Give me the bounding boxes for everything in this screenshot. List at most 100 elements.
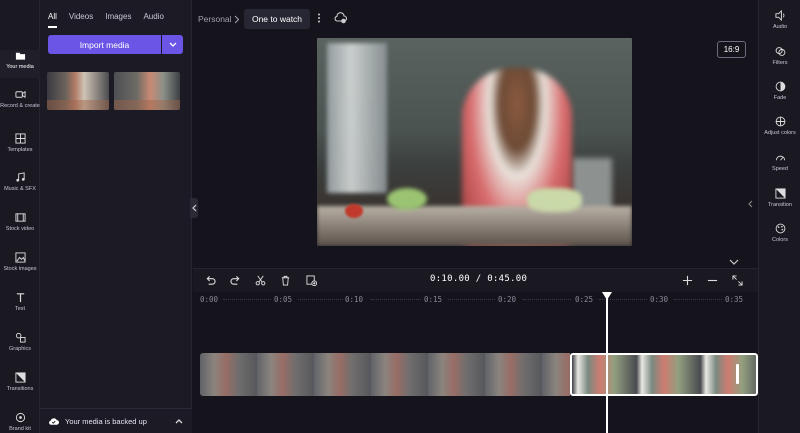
text-icon: [16, 293, 24, 303]
music-icon: [15, 172, 25, 182]
media-thumbnail[interactable]: [114, 72, 180, 110]
rail-label: Templates: [7, 147, 33, 153]
rail-speed[interactable]: Speed: [759, 152, 800, 172]
rail-audio[interactable]: Audio: [759, 10, 800, 30]
delete-icon[interactable]: [280, 275, 291, 286]
ruler-tick: 0:10: [345, 295, 364, 304]
rail-label: Speed: [772, 166, 788, 172]
tab-videos[interactable]: Videos: [69, 12, 93, 21]
total-time: 0:45.00: [487, 274, 528, 284]
import-options-button[interactable]: [162, 35, 183, 54]
rail-filters[interactable]: Filters: [759, 46, 800, 66]
zoom-out-icon[interactable]: [707, 275, 718, 286]
rail-templates[interactable]: Templates: [0, 133, 40, 153]
scissors-icon[interactable]: [255, 275, 266, 286]
current-time: 0:10.00: [430, 274, 471, 284]
more-icon[interactable]: [316, 12, 322, 24]
left-rail: Your media Record & create Templates Mus…: [0, 0, 40, 433]
media-tabs: All Videos Images Audio: [48, 12, 164, 21]
collapse-panel-button[interactable]: [190, 198, 198, 218]
rail-label: Your media: [6, 64, 34, 70]
rail-your-media[interactable]: Your media: [0, 50, 40, 78]
rail-music-sfx[interactable]: Music & SFX: [0, 172, 40, 192]
ruler-tick: 0:00: [200, 295, 219, 304]
clip-trim-handle[interactable]: [736, 364, 739, 384]
add-media-icon[interactable]: [306, 275, 317, 286]
rail-label: Audio: [772, 24, 788, 30]
backup-label: Your media is backed up: [65, 416, 147, 426]
rail-label: Stock images: [3, 266, 37, 272]
chevron-up-icon: [175, 419, 183, 424]
rail-graphics[interactable]: Graphics: [0, 332, 40, 352]
chevron-down-icon[interactable]: [729, 259, 739, 265]
breadcrumb[interactable]: Personal: [198, 14, 232, 24]
tab-audio[interactable]: Audio: [143, 12, 163, 21]
timeline-ruler[interactable]: 0:00 0:05 0:10 0:15 0:20 0:25 0:30 0:35: [193, 292, 758, 306]
zoom-in-icon[interactable]: [682, 275, 693, 286]
rail-stock-images[interactable]: Stock images: [0, 252, 40, 272]
palette-icon: [775, 223, 785, 234]
media-thumbnail[interactable]: [47, 72, 109, 110]
ruler-tick: 0:25: [575, 295, 594, 304]
media-panel: [40, 0, 192, 433]
filters-icon: [775, 47, 785, 56]
redo-icon[interactable]: [230, 275, 241, 286]
aspect-ratio-button[interactable]: 16:9: [717, 41, 746, 58]
speaker-icon: [774, 10, 784, 21]
camera-icon: [14, 90, 26, 99]
ruler-tick: 0:30: [650, 295, 669, 304]
transition-icon: [774, 188, 786, 199]
speed-icon: [775, 155, 785, 161]
cloud-sync-icon[interactable]: [334, 12, 347, 24]
rail-label: Record & create: [0, 103, 40, 109]
import-media-button[interactable]: Import media: [48, 35, 161, 54]
rail-transitions[interactable]: Transitions: [0, 372, 40, 392]
ruler-tick: 0:35: [725, 295, 744, 304]
video-clip[interactable]: [200, 353, 570, 396]
cloud-check-icon: [49, 417, 59, 425]
tab-all[interactable]: All: [48, 12, 57, 21]
right-rail: Audio Filters Fade Adjust colors Speed T…: [758, 0, 800, 433]
ruler-tick: 0:15: [424, 295, 443, 304]
image-icon: [14, 252, 26, 263]
active-tab-indicator: [48, 26, 57, 28]
chevron-left-icon: [191, 204, 196, 212]
adjust-icon: [775, 116, 785, 127]
chevron-left-icon[interactable]: [748, 200, 753, 208]
rail-label: Music & SFX: [4, 186, 36, 192]
backup-status[interactable]: Your media is backed up: [40, 408, 192, 433]
time-separator: /: [475, 274, 482, 284]
video-clip-selected[interactable]: [570, 353, 758, 396]
tab-images[interactable]: Images: [105, 12, 131, 21]
shapes-icon: [15, 332, 26, 343]
rail-fade[interactable]: Fade: [759, 81, 800, 101]
chevron-down-icon: [169, 42, 176, 47]
rail-label: Fade: [773, 95, 787, 101]
fade-icon: [775, 81, 785, 92]
video-track: [200, 353, 758, 396]
video-editor: Your media Record & create Templates Mus…: [0, 0, 800, 433]
rail-stock-video[interactable]: Stock video: [0, 212, 40, 232]
playhead[interactable]: [606, 298, 608, 433]
video-preview[interactable]: [317, 38, 632, 246]
film-icon: [14, 213, 26, 222]
rail-label: Graphics: [8, 346, 31, 352]
fit-timeline-icon[interactable]: [732, 275, 743, 286]
rail-transition[interactable]: Transition: [759, 188, 800, 208]
transition-icon: [14, 372, 26, 383]
rail-label: Colors: [772, 237, 788, 243]
templates-icon: [14, 133, 26, 144]
ruler-tick: 0:05: [274, 295, 293, 304]
brand-icon: [15, 412, 25, 423]
rail-adjust-colors[interactable]: Adjust colors: [759, 116, 800, 136]
rail-colors[interactable]: Colors: [759, 223, 800, 243]
rail-label: Transitions: [6, 386, 34, 392]
playback-time: 0:10.00 / 0:45.00: [430, 274, 527, 284]
rail-label: Brand kit: [9, 426, 31, 432]
rail-label: Stock video: [5, 226, 35, 232]
rail-record-create[interactable]: Record & create: [0, 89, 40, 109]
rail-text[interactable]: Text: [0, 292, 40, 312]
rail-brand-kit[interactable]: Brand kit: [0, 412, 40, 432]
undo-icon[interactable]: [205, 275, 216, 286]
project-title[interactable]: One to watch: [244, 9, 310, 29]
